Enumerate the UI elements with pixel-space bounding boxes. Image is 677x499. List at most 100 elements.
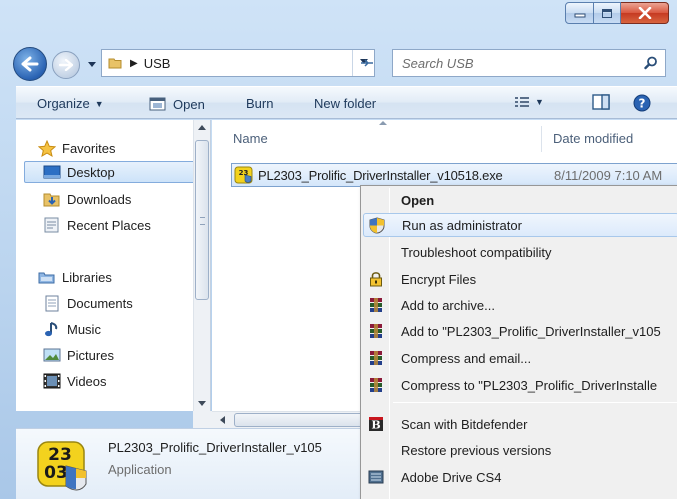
burn-button[interactable]: Burn [246, 96, 273, 111]
view-options-button[interactable]: ▼ [514, 95, 544, 109]
menu-adobe-drive-label: Adobe Drive CS4 [401, 469, 502, 485]
installer-app-icon: 23 [234, 166, 253, 184]
nav-libraries-label: Libraries [62, 269, 112, 285]
minimize-button[interactable] [565, 2, 594, 24]
uac-shield-icon [364, 215, 390, 235]
column-header-date-modified[interactable]: Date modified [553, 120, 633, 156]
menu-item-add-to-named-archive[interactable]: Add to "PL2303_Prolific_DriverInstaller_… [363, 319, 677, 343]
nav-pictures[interactable]: Pictures [43, 344, 114, 366]
folder-icon [108, 58, 122, 69]
recent-pages-dropdown[interactable] [86, 58, 98, 70]
menu-item-compress-and-email[interactable]: Compress and email... [363, 346, 677, 370]
view-list-icon [515, 97, 529, 107]
svg-text:23: 23 [48, 445, 72, 465]
horizontal-scroll-thumb[interactable] [234, 413, 364, 427]
downloads-folder-icon [43, 191, 61, 207]
documents-icon [43, 295, 61, 311]
column-date-label: Date modified [553, 130, 634, 146]
svg-text:?: ? [639, 97, 646, 111]
pictures-icon [43, 347, 61, 363]
organize-button[interactable]: Organize ▼ [37, 96, 104, 111]
star-icon [38, 139, 56, 157]
refresh-button[interactable] [352, 50, 380, 76]
menu-encrypt-label: Encrypt Files [401, 271, 477, 287]
arrow-right-icon [59, 59, 73, 71]
preview-pane-button[interactable] [592, 94, 610, 110]
menu-item-encrypt-files[interactable]: Encrypt Files [363, 267, 677, 291]
nav-favorites-label: Favorites [62, 140, 116, 156]
column-header-name[interactable]: Name [233, 120, 268, 156]
column-divider[interactable] [541, 126, 542, 152]
new-folder-button[interactable]: New folder [314, 96, 376, 111]
scroll-left-icon[interactable] [220, 416, 225, 424]
nav-desktop[interactable]: Desktop [24, 161, 201, 183]
menu-item-compress-to-named-archive[interactable]: Compress to "PL2303_Prolific_DriverInsta… [363, 373, 677, 397]
menu-scan-bitdefender-label: Scan with Bitdefender [401, 416, 528, 432]
scroll-down-icon[interactable] [198, 401, 206, 406]
nav-videos-label: Videos [67, 373, 107, 389]
context-menu: Open Run as administrator Troubleshoot c… [360, 185, 677, 499]
breadcrumb-chevron-icon[interactable]: ▶ [130, 58, 138, 69]
lock-icon [363, 269, 389, 289]
details-file-type: Application [108, 462, 172, 477]
minimize-icon [574, 13, 585, 18]
menu-open-label: Open [401, 192, 435, 208]
nav-documents[interactable]: Documents [43, 292, 133, 314]
svg-text:B: B [371, 419, 380, 432]
menu-item-restore-previous-versions[interactable]: Restore previous versions [363, 438, 677, 462]
menu-separator [393, 402, 677, 403]
menu-restore-versions-label: Restore previous versions [401, 442, 552, 458]
navigation-pane: Favorites Desktop Downloads Recent Place… [16, 120, 211, 411]
menu-item-run-as-administrator[interactable]: Run as administrator [363, 213, 677, 237]
menu-add-archive-label: Add to archive... [401, 297, 495, 313]
menu-item-add-to-archive[interactable]: Add to archive... [363, 293, 677, 317]
menu-item-open[interactable]: Open [363, 188, 677, 212]
close-button[interactable] [621, 2, 669, 24]
address-bar[interactable]: ▶ USB [101, 49, 375, 77]
nav-libraries[interactable]: Libraries [38, 266, 112, 288]
file-name: PL2303_Prolific_DriverInstaller_v10518.e… [258, 167, 503, 183]
winrar-archive-icon [363, 321, 389, 341]
menu-compress-email-label: Compress and email... [401, 350, 532, 366]
nav-favorites[interactable]: Favorites [38, 137, 115, 159]
open-button[interactable]: Open [149, 96, 205, 112]
breadcrumb-usb[interactable]: USB [144, 56, 171, 71]
search-input[interactable]: Search USB [402, 56, 474, 71]
refresh-icon [360, 59, 373, 67]
help-button[interactable]: ? [633, 94, 651, 112]
search-box[interactable]: Search USB [392, 49, 666, 77]
menu-item-scan-with-bitdefender[interactable]: B Scan with Bitdefender [363, 412, 677, 436]
back-button[interactable] [13, 47, 47, 81]
forward-button[interactable] [52, 51, 80, 79]
nav-downloads[interactable]: Downloads [43, 188, 131, 210]
bitdefender-icon: B [363, 414, 389, 434]
search-icon[interactable] [644, 56, 658, 70]
svg-text:03: 03 [44, 463, 68, 483]
nav-pane-scrollbar[interactable] [193, 120, 210, 411]
menu-item-adobe-drive-cs4[interactable]: Adobe Drive CS4 [363, 465, 677, 489]
winrar-archive-icon [363, 295, 389, 315]
nav-scroll-thumb[interactable] [195, 140, 209, 300]
open-app-icon [149, 97, 166, 111]
open-label: Open [173, 96, 205, 112]
winrar-archive-icon [363, 375, 389, 395]
scroll-up-icon[interactable] [198, 125, 206, 130]
sort-ascending-icon [379, 121, 387, 125]
nav-recent-places[interactable]: Recent Places [43, 214, 151, 236]
caption-buttons [565, 2, 669, 24]
file-row[interactable]: 23 PL2303_Prolific_DriverInstaller_v1051… [231, 163, 677, 187]
chevron-down-icon [88, 61, 96, 67]
help-icon: ? [633, 94, 651, 112]
nav-music[interactable]: Music [43, 318, 101, 340]
videos-icon [43, 373, 61, 389]
maximize-button[interactable] [594, 2, 621, 24]
recent-places-icon [43, 217, 61, 233]
nav-downloads-label: Downloads [67, 191, 132, 207]
nav-documents-label: Documents [67, 295, 133, 311]
nav-videos[interactable]: Videos [43, 370, 107, 392]
arrow-left-icon [21, 56, 39, 72]
menu-add-to-named-label: Add to "PL2303_Prolific_DriverInstaller_… [401, 323, 661, 339]
close-icon [638, 7, 651, 19]
menu-item-troubleshoot-compatibility[interactable]: Troubleshoot compatibility [363, 240, 677, 264]
scroll-corner [193, 411, 212, 428]
